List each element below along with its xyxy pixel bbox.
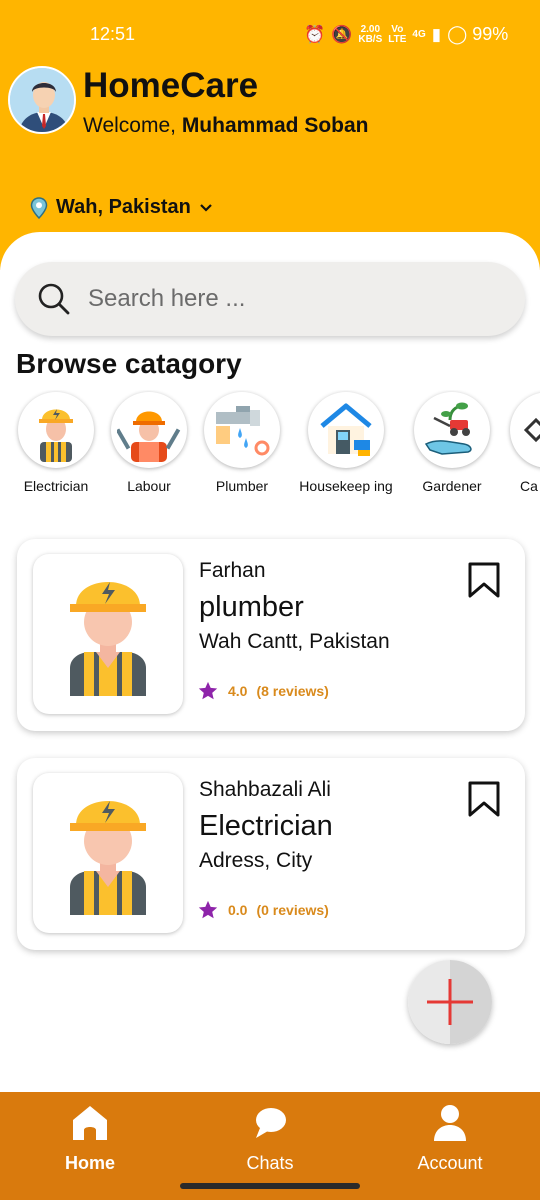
user-name: Muhammad Soban — [181, 114, 369, 137]
review-count: (0 reviews) — [256, 902, 329, 918]
nav-label: Home — [64, 1153, 115, 1173]
signal-icon: ▮ — [431, 24, 442, 44]
provider-address: Wah Cantt, Pakistan — [199, 630, 390, 653]
status-bar: 12:51 ⏰ 🔕 2.00 KB/S Vo LTE 4G ▮ ◯ 99% — [0, 0, 540, 70]
provider-address: Adress, City — [199, 849, 313, 872]
net-speed-unit: KB/S — [358, 33, 383, 45]
star-icon — [198, 900, 218, 919]
status-time: 12:51 — [90, 24, 136, 44]
category-label: Gardener — [422, 478, 482, 494]
gardener-icon — [424, 402, 472, 455]
provider-rating: 4.0 (8 reviews) — [197, 680, 329, 702]
nav-chats[interactable]: Chats — [210, 1104, 330, 1174]
rating-value: 4.0 — [228, 683, 248, 699]
section-title: Browse catagory — [16, 348, 242, 379]
category-labour[interactable]: Labour — [99, 390, 199, 494]
location-pin-icon — [30, 196, 48, 219]
worker-avatar-icon — [70, 801, 146, 915]
volte-indicator: Vo LTE — [388, 24, 407, 45]
app-title: HomeCare — [83, 66, 259, 105]
category-icon-circle — [510, 392, 540, 468]
provider-role: plumber — [199, 591, 304, 623]
labour-icon — [117, 411, 181, 462]
provider-name: Farhan — [199, 559, 266, 582]
chevron-down-icon — [200, 203, 212, 212]
review-count: (8 reviews) — [256, 683, 329, 699]
category-label: Housekeep ing — [299, 478, 393, 494]
category-label: Plumber — [215, 478, 269, 494]
search-input[interactable]: Search here ... — [88, 285, 245, 313]
provider-name: Shahbazali Ali — [199, 778, 331, 801]
bookmark-icon[interactable] — [467, 780, 501, 818]
category-icon-circle — [111, 392, 187, 468]
search-icon — [38, 283, 70, 315]
provider-card[interactable]: Shahbazali Ali Electrician Adress, City … — [17, 758, 525, 950]
category-label: Ca — [520, 478, 538, 494]
nav-account[interactable]: Account — [390, 1104, 510, 1174]
welcome-text: Welcome, Muhammad Soban — [83, 114, 369, 138]
welcome-prefix: Welcome, — [83, 114, 182, 137]
nav-home[interactable]: Home — [30, 1104, 150, 1174]
net-speed: 2.00 KB/S — [358, 24, 383, 45]
battery-indicator: ◯ 99% — [447, 24, 509, 44]
category-icon-circle — [308, 392, 384, 468]
provider-rating: 0.0 (0 reviews) — [197, 899, 329, 921]
electrician-icon — [39, 409, 73, 462]
avatar[interactable] — [8, 66, 76, 134]
add-button[interactable] — [408, 960, 492, 1044]
provider-thumbnail — [33, 773, 183, 933]
rating-value: 0.0 — [228, 902, 248, 918]
category-plumber[interactable]: Plumber — [192, 390, 292, 494]
status-icons: ⏰ 🔕 2.00 KB/S Vo LTE 4G ▮ ◯ 99% — [304, 24, 508, 45]
provider-thumbnail — [33, 554, 183, 714]
category-label: Labour — [127, 478, 171, 494]
category-gardener[interactable]: Gardener — [402, 390, 502, 494]
category-list[interactable]: Electrician Labour Plumber Housekeep ing… — [0, 390, 540, 500]
provider-role: Electrician — [199, 810, 333, 842]
location-label: Wah, Pakistan — [56, 196, 191, 218]
category-electrician[interactable]: Electrician — [6, 390, 106, 494]
gesture-bar[interactable] — [180, 1183, 360, 1189]
nav-label: Account — [417, 1153, 483, 1173]
category-icon-circle — [414, 392, 490, 468]
provider-card[interactable]: Farhan plumber Wah Cantt, Pakistan 4.0 (… — [17, 539, 525, 731]
star-icon — [198, 681, 218, 700]
category-partial[interactable]: Ca — [498, 390, 540, 494]
plus-icon — [427, 979, 473, 1025]
category-label: Electrician — [23, 478, 89, 494]
housekeeping-icon — [320, 403, 372, 456]
mute-icon: 🔕 — [331, 24, 353, 44]
chat-icon — [256, 1108, 286, 1138]
location-selector[interactable]: Wah, Pakistan — [30, 196, 213, 219]
category-icon — [523, 417, 540, 443]
alarm-icon: ⏰ — [304, 24, 326, 44]
battery-level: 99% — [472, 24, 509, 44]
category-icon-circle — [18, 392, 94, 468]
home-icon — [73, 1106, 107, 1140]
account-icon — [434, 1105, 466, 1141]
worker-avatar-icon — [70, 582, 146, 696]
nav-label: Chats — [246, 1153, 294, 1173]
plumber-icon — [216, 406, 270, 456]
bookmark-icon[interactable] — [467, 561, 501, 599]
search-bar[interactable]: Search here ... — [15, 262, 525, 336]
network-type: 4G — [412, 28, 426, 40]
volte-bottom: LTE — [388, 33, 407, 45]
category-housekeeping[interactable]: Housekeep ing — [296, 390, 396, 494]
category-icon-circle — [204, 392, 280, 468]
